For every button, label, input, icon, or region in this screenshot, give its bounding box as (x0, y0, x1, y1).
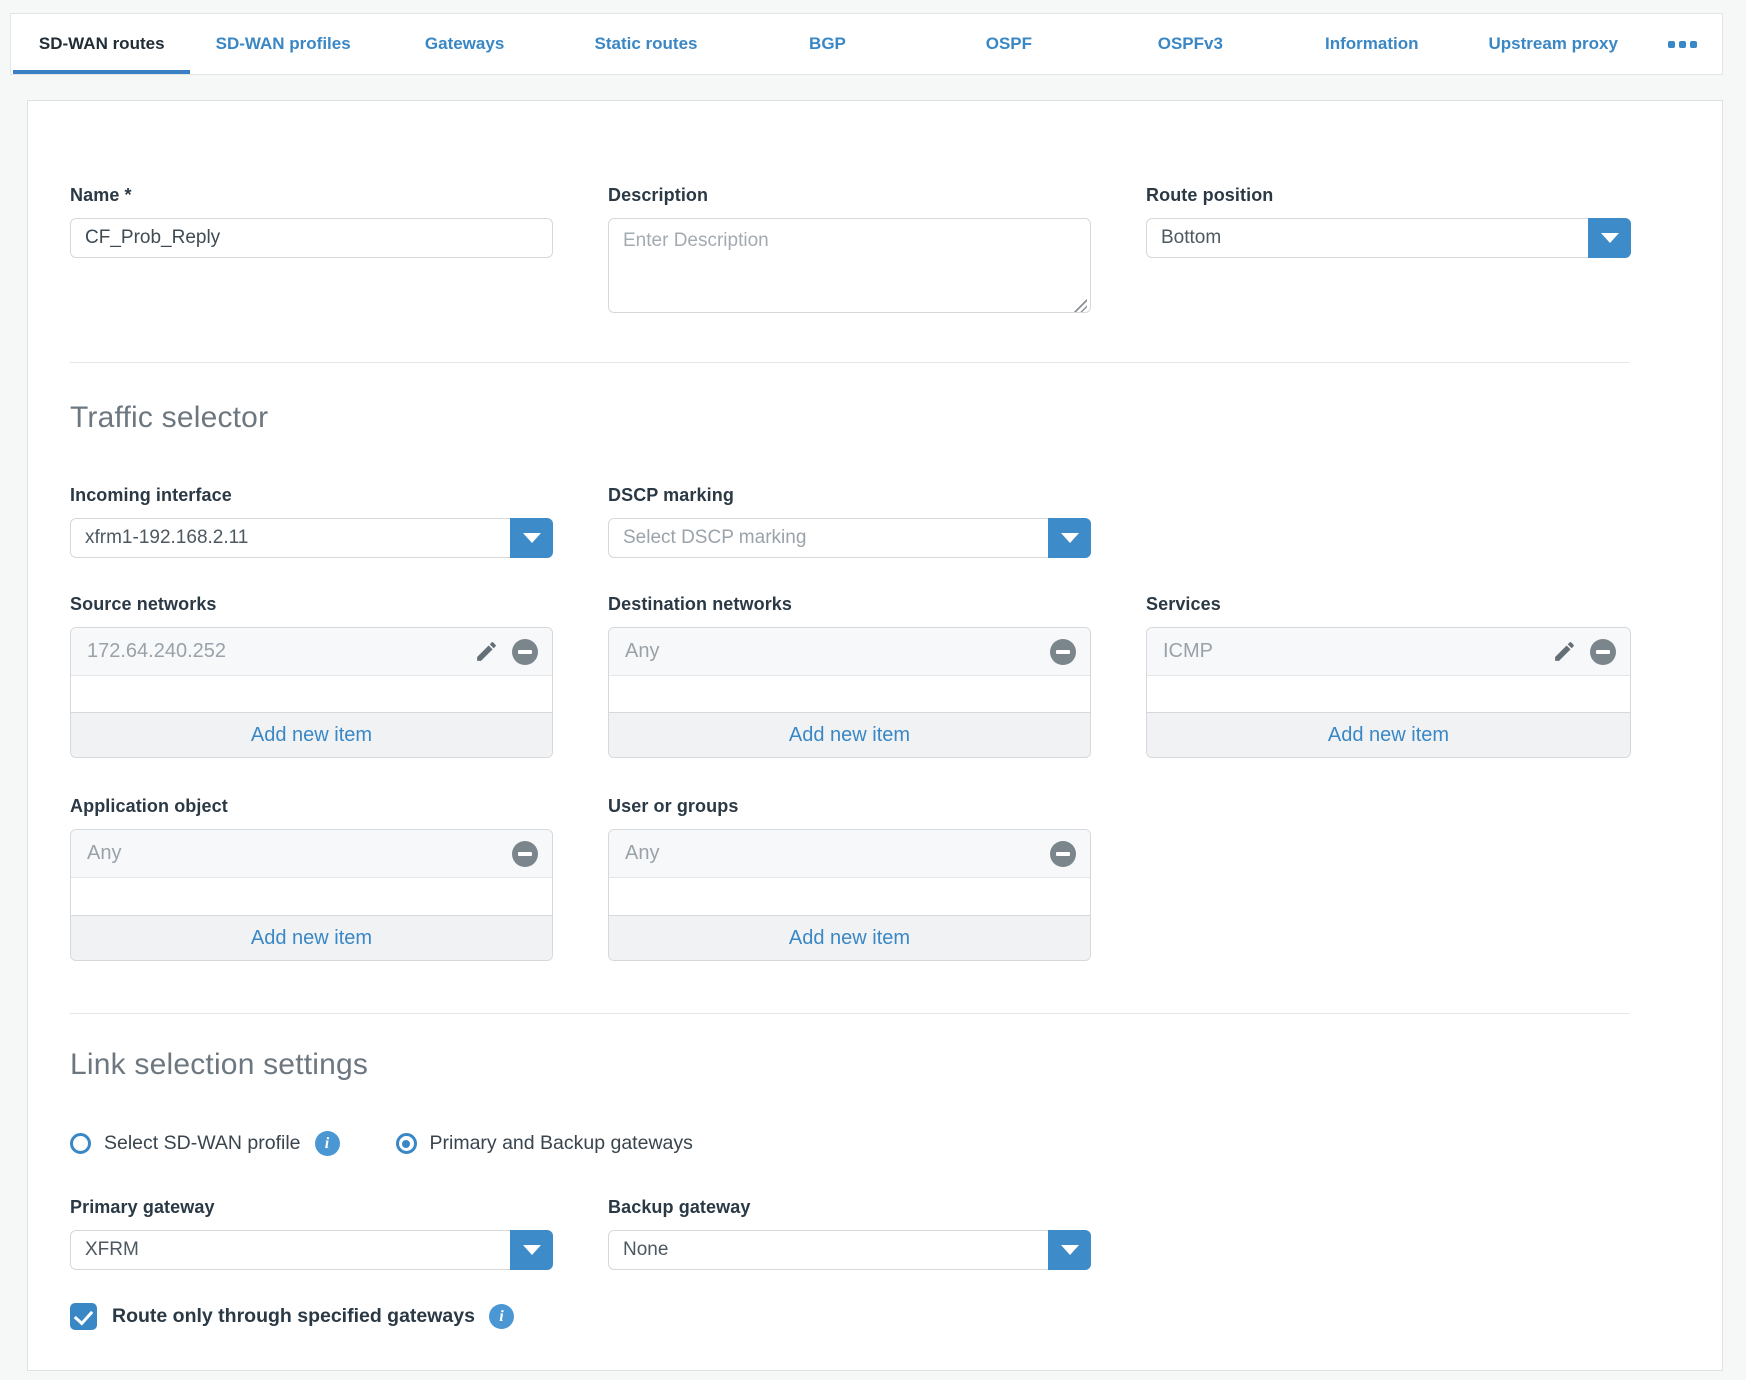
remove-item-icon[interactable] (1590, 639, 1616, 665)
description-textarea[interactable] (608, 218, 1091, 313)
list-item: ICMP (1147, 628, 1630, 676)
name-label: Name * (70, 185, 553, 206)
add-new-item-button[interactable]: Add new item (71, 712, 552, 757)
source-networks-list: 172.64.240.252 Add new item (70, 627, 553, 758)
application-object-field-group: Application object Any Add new item (70, 796, 553, 961)
radio-label: Select SD-WAN profile (104, 1132, 301, 1155)
remove-item-icon[interactable] (512, 841, 538, 867)
user-or-groups-field-group: User or groups Any Add new item (608, 796, 1091, 961)
list-item-text: 172.64.240.252 (87, 640, 474, 663)
list-item: 172.64.240.252 (71, 628, 552, 676)
list-item: Any (609, 628, 1090, 676)
backup-gateway-field-group: Backup gateway None (608, 1197, 1091, 1270)
section-divider (70, 1013, 1629, 1014)
list-item: Any (609, 830, 1090, 878)
destination-networks-label: Destination networks (608, 594, 1091, 615)
chevron-down-icon[interactable] (510, 1230, 553, 1270)
backup-gateway-value: None (609, 1231, 1090, 1269)
backup-gateway-label: Backup gateway (608, 1197, 1091, 1218)
radio-group-primary-backup: Primary and Backup gateways (396, 1132, 693, 1155)
tab-bgp[interactable]: BGP (737, 14, 918, 74)
edit-pencil-icon[interactable] (474, 639, 499, 664)
user-or-groups-list: Any Add new item (608, 829, 1091, 961)
add-new-item-button[interactable]: Add new item (71, 915, 552, 960)
add-new-item-button[interactable]: Add new item (609, 915, 1090, 960)
application-object-list: Any Add new item (70, 829, 553, 961)
route-only-checkbox-label: Route only through specified gateways (112, 1305, 475, 1328)
primary-and-backup-gateways-radio[interactable] (396, 1133, 417, 1154)
services-label: Services (1146, 594, 1631, 615)
link-selection-heading: Link selection settings (70, 1048, 1629, 1082)
info-icon[interactable]: i (315, 1131, 340, 1156)
destination-networks-field-group: Destination networks Any Add new item (608, 594, 1091, 758)
incoming-interface-label: Incoming interface (70, 485, 553, 506)
incoming-interface-value: xfrm1-192.168.2.11 (71, 519, 552, 557)
tab-bar: SD-WAN routes SD-WAN profiles Gateways S… (10, 13, 1723, 75)
backup-gateway-select[interactable]: None (608, 1230, 1091, 1270)
user-or-groups-label: User or groups (608, 796, 1091, 817)
more-tabs-ellipsis-icon[interactable] (1644, 14, 1722, 74)
chevron-down-icon[interactable] (1048, 1230, 1091, 1270)
route-only-checkbox[interactable] (70, 1303, 97, 1330)
destination-networks-list: Any Add new item (608, 627, 1091, 758)
name-input[interactable] (70, 218, 553, 258)
chevron-down-icon[interactable] (510, 518, 553, 558)
route-position-value: Bottom (1147, 219, 1630, 257)
list-item-text: Any (625, 640, 1050, 663)
primary-gateway-label: Primary gateway (70, 1197, 553, 1218)
link-selection-radio-group: Select SD-WAN profile i Primary and Back… (70, 1131, 1629, 1156)
incoming-interface-select[interactable]: xfrm1-192.168.2.11 (70, 518, 553, 558)
add-new-item-button[interactable]: Add new item (1147, 712, 1630, 757)
services-list: ICMP Add new item (1146, 627, 1631, 758)
source-networks-label: Source networks (70, 594, 553, 615)
list-item-text: Any (625, 842, 1050, 865)
route-position-field-group: Route position Bottom (1146, 185, 1631, 318)
traffic-selector-heading: Traffic selector (70, 401, 1629, 435)
route-position-label: Route position (1146, 185, 1631, 206)
route-only-checkbox-group: Route only through specified gateways i (70, 1303, 1629, 1330)
sd-wan-route-form: Name * Description Route position Bottom… (27, 100, 1723, 1371)
tab-static-routes[interactable]: Static routes (555, 14, 736, 74)
name-field-group: Name * (70, 185, 553, 318)
remove-item-icon[interactable] (1050, 639, 1076, 665)
source-networks-field-group: Source networks 172.64.240.252 Add new i… (70, 594, 553, 758)
radio-label: Primary and Backup gateways (430, 1132, 693, 1155)
dscp-marking-select[interactable]: Select DSCP marking (608, 518, 1091, 558)
services-field-group: Services ICMP Add new item (1146, 594, 1631, 758)
tab-information[interactable]: Information (1281, 14, 1462, 74)
list-item-text: Any (87, 842, 512, 865)
add-new-item-button[interactable]: Add new item (609, 712, 1090, 757)
dscp-marking-field-group: DSCP marking Select DSCP marking (608, 485, 1091, 558)
application-object-label: Application object (70, 796, 553, 817)
primary-gateway-value: XFRM (71, 1231, 552, 1269)
tab-ospf[interactable]: OSPF (918, 14, 1099, 74)
tab-sd-wan-routes[interactable]: SD-WAN routes (11, 14, 192, 74)
tab-ospfv3[interactable]: OSPFv3 (1100, 14, 1281, 74)
radio-group-sd-wan-profile: Select SD-WAN profile i (70, 1131, 340, 1156)
chevron-down-icon[interactable] (1048, 518, 1091, 558)
chevron-down-icon[interactable] (1588, 218, 1631, 258)
description-field-group: Description (608, 185, 1091, 318)
select-sd-wan-profile-radio[interactable] (70, 1133, 91, 1154)
remove-item-icon[interactable] (1050, 841, 1076, 867)
dscp-marking-label: DSCP marking (608, 485, 1091, 506)
info-icon[interactable]: i (489, 1304, 514, 1329)
section-divider (70, 362, 1629, 363)
tab-upstream-proxy[interactable]: Upstream proxy (1463, 14, 1644, 74)
tab-sd-wan-profiles[interactable]: SD-WAN profiles (192, 14, 373, 74)
list-item: Any (71, 830, 552, 878)
tab-gateways[interactable]: Gateways (374, 14, 555, 74)
route-position-select[interactable]: Bottom (1146, 218, 1631, 258)
incoming-interface-field-group: Incoming interface xfrm1-192.168.2.11 (70, 485, 553, 558)
primary-gateway-select[interactable]: XFRM (70, 1230, 553, 1270)
edit-pencil-icon[interactable] (1552, 639, 1577, 664)
list-item-text: ICMP (1163, 640, 1552, 663)
remove-item-icon[interactable] (512, 639, 538, 665)
primary-gateway-field-group: Primary gateway XFRM (70, 1197, 553, 1270)
description-label: Description (608, 185, 1091, 206)
dscp-marking-placeholder: Select DSCP marking (609, 519, 1090, 557)
